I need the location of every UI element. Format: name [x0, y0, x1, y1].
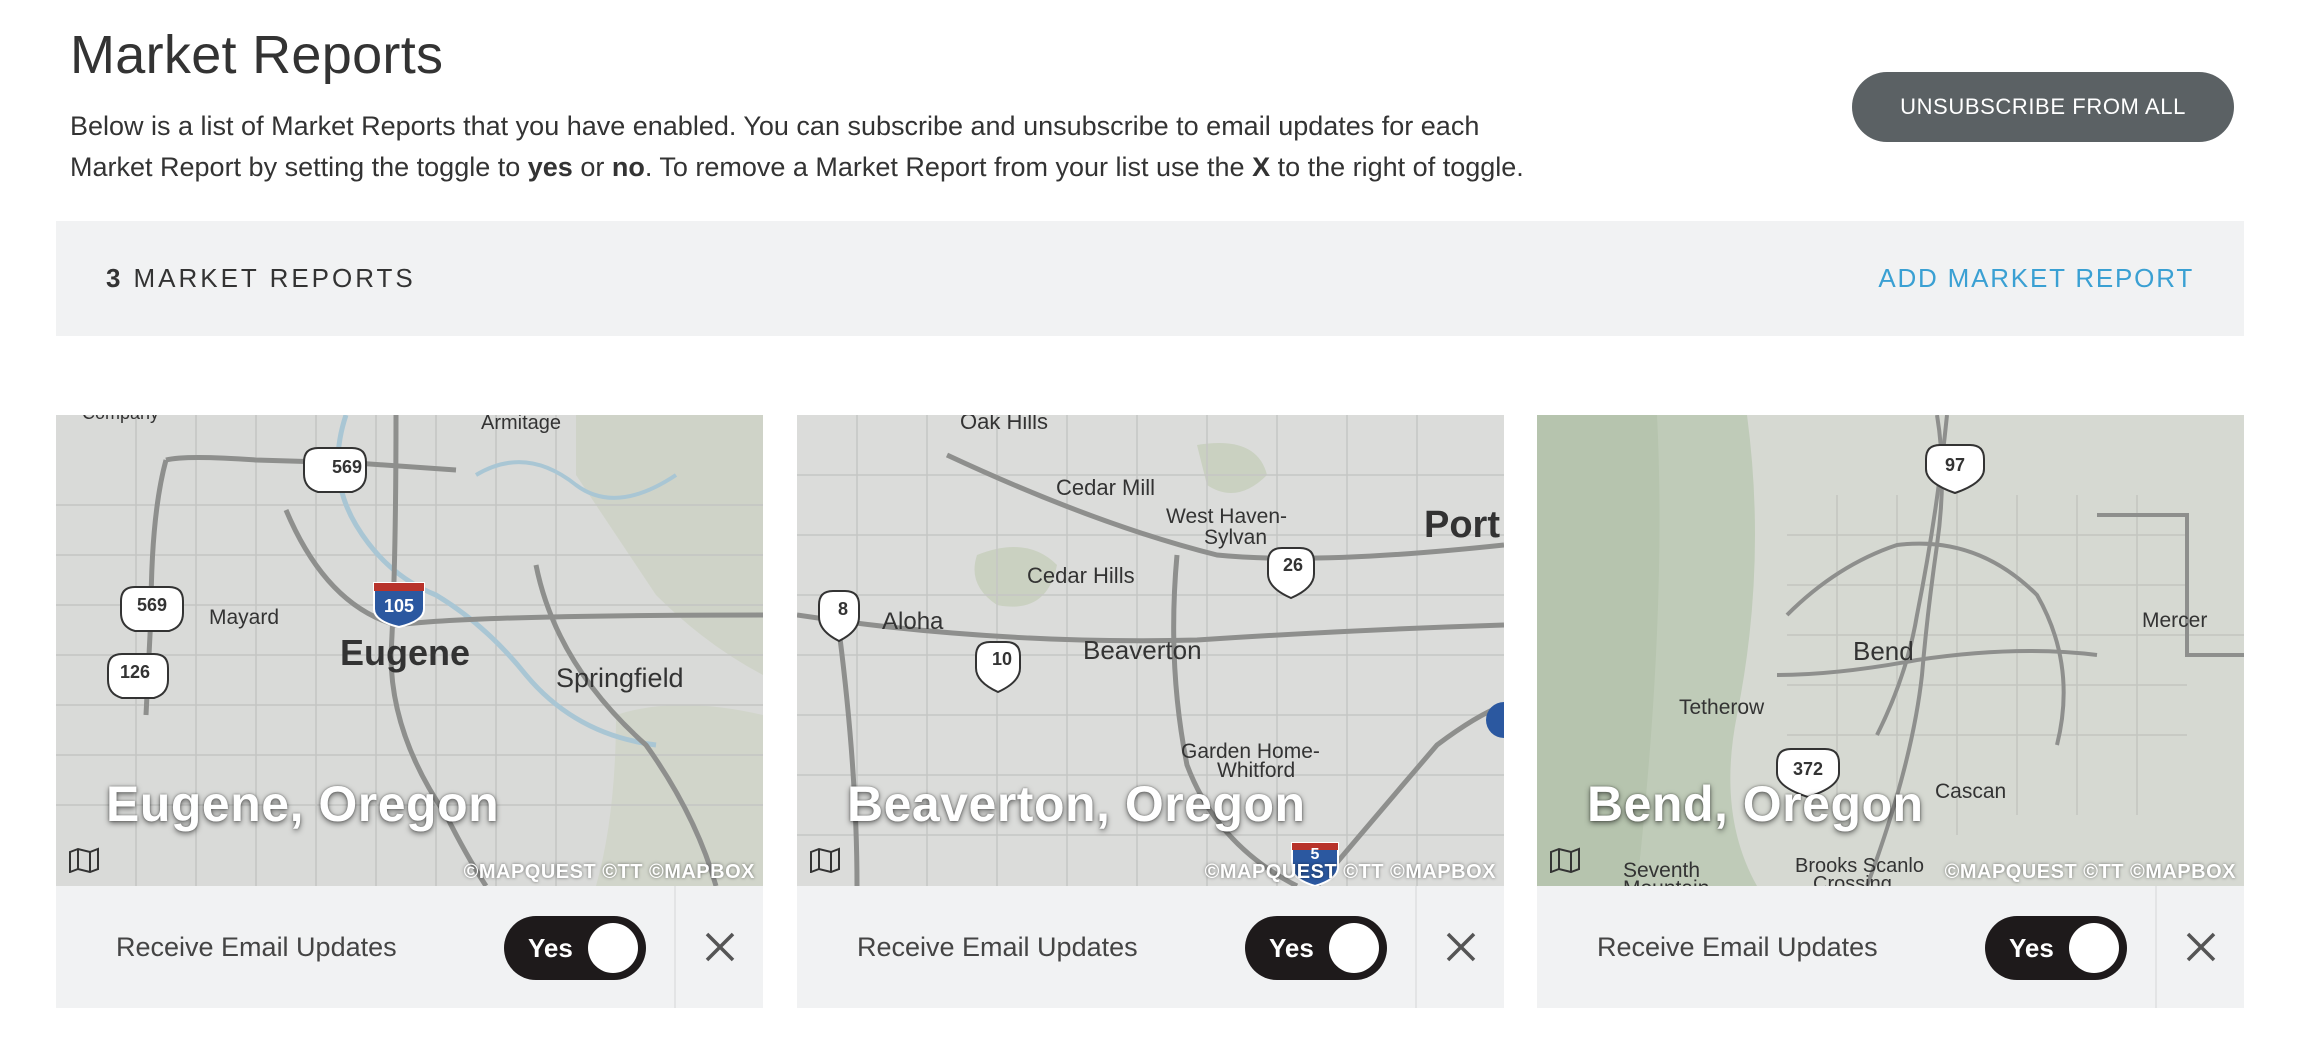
reports-count-number: 3 — [106, 263, 124, 293]
map-label: Mayard — [209, 606, 279, 629]
intro-part: . To remove a Market Report from your li… — [644, 152, 1253, 182]
intro-yes: yes — [527, 152, 573, 182]
report-card-eugene: 569 569 126 105 Company Armitage Mayard … — [56, 415, 763, 1008]
map-label: 8 — [838, 599, 848, 619]
close-icon — [705, 932, 734, 962]
map-label: Beaverton — [1083, 635, 1202, 665]
map-label: Aloha — [882, 608, 944, 635]
map-label: Tetherow — [1679, 696, 1765, 719]
email-updates-label: Receive Email Updates — [1597, 931, 1878, 962]
report-city-name: Eugene, Oregon — [106, 776, 500, 832]
map-label: 10 — [992, 649, 1012, 669]
map-label: 97 — [1945, 455, 1965, 475]
map-label: West Haven- — [1166, 505, 1287, 528]
email-updates-toggle[interactable]: Yes — [504, 916, 646, 980]
toggle-knob — [1329, 923, 1379, 973]
map-label: Armitage — [481, 415, 561, 434]
map-label: 569 — [137, 595, 167, 615]
map-eugene[interactable]: 569 569 126 105 Company Armitage Mayard … — [56, 415, 763, 886]
email-updates-toggle[interactable]: Yes — [1245, 916, 1387, 980]
map-label: Mercer — [2142, 609, 2207, 632]
map-attribution: ©MAPQUEST ©TT ©MAPBOX — [463, 861, 755, 883]
map-bend[interactable]: 97 372 Bend Mercer Tetherow Cascan Seven… — [1537, 415, 2244, 886]
map-label: Mountain — [1623, 877, 1709, 886]
intro-no: no — [611, 152, 645, 182]
email-updates-label: Receive Email Updates — [857, 931, 1138, 962]
map-label: 105 — [384, 596, 414, 616]
map-label: Company — [82, 415, 159, 423]
report-footer: Receive Email Updates Yes — [797, 886, 1504, 1008]
close-icon — [1446, 932, 1475, 962]
intro-x: X — [1252, 152, 1271, 182]
remove-report-button[interactable] — [2157, 886, 2244, 1008]
map-attribution: ©MAPQUEST ©TT ©MAPBOX — [1944, 861, 2236, 883]
toggle-knob — [588, 923, 638, 973]
map-label: Springfield — [556, 663, 684, 693]
close-icon — [2186, 932, 2215, 962]
market-reports-page: Market Reports Below is a list of Market… — [0, 0, 2298, 1060]
map-label: Oak Hills — [960, 415, 1048, 434]
email-updates-toggle[interactable]: Yes — [1985, 916, 2127, 980]
map-label: Cascan — [1935, 780, 2006, 803]
unsubscribe-all-button[interactable]: UNSUBSCRIBE FROM ALL — [1852, 72, 2234, 142]
reports-count-label: MARKET REPORTS — [133, 263, 416, 293]
intro-part: to the right of toggle. — [1270, 152, 1524, 182]
map-icon — [69, 847, 99, 873]
add-market-report-link[interactable]: ADD MARKET REPORT — [1878, 221, 2194, 336]
map-label: Cedar Mill — [1056, 475, 1155, 500]
map-beaverton[interactable]: 8 10 26 5 Oak Hills Cedar Mill West Have… — [797, 415, 1504, 886]
report-card-beaverton: 8 10 26 5 Oak Hills Cedar Mill West Have… — [797, 415, 1504, 1008]
map-icon — [1550, 847, 1580, 873]
reports-count: 3 MARKET REPORTS — [106, 221, 416, 336]
page-title: Market Reports — [70, 25, 444, 85]
toggle-knob — [2069, 923, 2119, 973]
report-footer: Receive Email Updates Yes — [56, 886, 763, 1008]
toggle-label: Yes — [528, 932, 573, 963]
map-label: Sylvan — [1204, 526, 1267, 549]
map-label: Eugene — [340, 632, 470, 673]
map-label: 126 — [120, 662, 150, 682]
email-updates-label: Receive Email Updates — [116, 931, 397, 962]
report-footer: Receive Email Updates Yes — [1537, 886, 2244, 1008]
report-city-name: Bend, Oregon — [1587, 776, 1924, 832]
toggle-label: Yes — [1269, 932, 1314, 963]
map-label: Cedar Hills — [1027, 563, 1135, 588]
intro-text: Below is a list of Market Reports that y… — [70, 106, 1550, 188]
map-label: 569 — [332, 457, 362, 477]
reports-summary-bar: 3 MARKET REPORTS ADD MARKET REPORT — [56, 221, 2244, 336]
report-city-name: Beaverton, Oregon — [847, 776, 1306, 832]
remove-report-button[interactable] — [1417, 886, 1504, 1008]
map-label: 26 — [1283, 555, 1303, 575]
map-label: Crossing — [1813, 873, 1892, 886]
map-icon — [810, 847, 840, 873]
report-card-bend: 97 372 Bend Mercer Tetherow Cascan Seven… — [1537, 415, 2244, 1008]
intro-part: or — [572, 152, 612, 182]
remove-report-button[interactable] — [676, 886, 763, 1008]
map-label: Port — [1424, 504, 1500, 546]
map-attribution: ©MAPQUEST ©TT ©MAPBOX — [1204, 861, 1496, 883]
toggle-label: Yes — [2009, 932, 2054, 963]
map-label: Bend — [1853, 636, 1914, 666]
